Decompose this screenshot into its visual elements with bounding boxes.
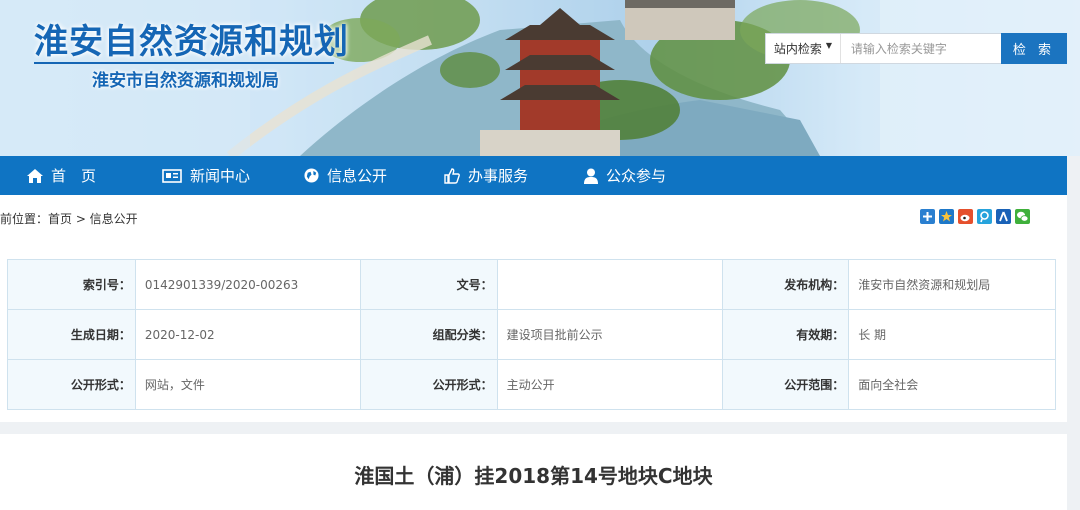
home-icon <box>27 168 43 183</box>
newspaper-icon <box>162 168 182 183</box>
thumbs-up-icon <box>444 167 460 184</box>
search-bar: 站内检索 ▼ 检 索 <box>765 33 1067 64</box>
form-value: 网站，文件 <box>134 359 361 410</box>
main-nav: 首 页 新闻中心 信息公开 办事服务 公众参与 <box>0 156 1067 195</box>
table-row: 索引号： 0142901339/2020-00263 文号： 发布机构： 淮安市… <box>7 259 1056 310</box>
form2-label: 公开形式： <box>359 359 498 410</box>
scope-value: 面向全社会 <box>848 359 1056 410</box>
nav-item-label: 公众参与 <box>606 167 667 185</box>
doc-no-value <box>496 259 724 310</box>
search-button[interactable]: 检 索 <box>1000 33 1067 64</box>
nav-item-news[interactable]: 新闻中心 <box>162 156 304 195</box>
tencent-icon[interactable] <box>977 209 992 224</box>
publisher-value: 淮安市自然资源和规划局 <box>848 259 1056 310</box>
nav-item-home[interactable]: 首 页 <box>27 156 162 195</box>
site-title: 淮安自然资源和规划 <box>34 22 349 62</box>
validity-value: 长 期 <box>848 309 1056 360</box>
caret-down-icon: ▼ <box>825 41 832 50</box>
breadcrumb[interactable]: 当前位置：首页 > 信息公开 <box>0 210 138 227</box>
weibo-icon[interactable] <box>958 209 973 224</box>
scope-label: 公开范围： <box>722 359 850 410</box>
table-row: 生成日期： 2020-12-02 组配分类： 建设项目批前公示 有效期： 长 期 <box>7 309 1056 360</box>
nav-item-info[interactable]: 信息公开 <box>304 156 444 195</box>
publisher-label: 发布机构： <box>722 259 850 310</box>
nav-item-label: 信息公开 <box>327 167 388 185</box>
header-banner: 淮安自然资源和规划 淮安市自然资源和规划局 站内检索 ▼ 检 索 <box>0 0 1080 156</box>
article-panel: 淮国土（浦）挂2018第14号地块C地块 <box>0 434 1067 510</box>
wechat-icon[interactable] <box>1015 209 1030 224</box>
form2-value: 主动公开 <box>496 359 724 410</box>
index-label: 索引号： <box>7 259 136 310</box>
metadata-table: 索引号： 0142901339/2020-00263 文号： 发布机构： 淮安市… <box>7 259 1056 410</box>
share-plus-icon[interactable] <box>920 209 935 224</box>
nav-item-label: 新闻中心 <box>190 167 251 185</box>
date-label: 生成日期： <box>7 309 136 360</box>
breadcrumb-bar: 当前位置：首页 > 信息公开 <box>0 195 1067 247</box>
search-scope-select[interactable]: 站内检索 ▼ <box>766 34 841 63</box>
table-row: 公开形式： 网站，文件 公开形式： 主动公开 公开范围： 面向全社会 <box>7 359 1056 410</box>
qzone-star-icon[interactable] <box>939 209 954 224</box>
nav-item-label: 办事服务 <box>468 167 529 185</box>
info-panel: 索引号： 0142901339/2020-00263 文号： 发布机构： 淮安市… <box>0 247 1067 422</box>
nav-item-services[interactable]: 办事服务 <box>444 156 584 195</box>
search-input[interactable] <box>840 34 1001 63</box>
nav-item-label: 首 页 <box>51 167 97 185</box>
nav-item-participation[interactable]: 公众参与 <box>584 156 724 195</box>
article-title: 淮国土（浦）挂2018第14号地块C地块 <box>354 464 713 488</box>
renren-icon[interactable] <box>996 209 1011 224</box>
category-value: 建设项目批前公示 <box>496 309 724 360</box>
title-divider <box>34 62 334 64</box>
globe-icon <box>304 168 319 183</box>
user-icon <box>584 168 598 184</box>
validity-label: 有效期： <box>722 309 850 360</box>
doc-no-label: 文号： <box>359 259 498 310</box>
search-scope-label: 站内检索 <box>773 42 822 56</box>
form-label: 公开形式： <box>7 359 136 410</box>
category-label: 组配分类： <box>359 309 498 360</box>
share-toolbar <box>920 209 1030 224</box>
date-value: 2020-12-02 <box>134 309 361 360</box>
index-value: 0142901339/2020-00263 <box>134 259 361 310</box>
site-subtitle: 淮安市自然资源和规划局 <box>92 71 279 91</box>
